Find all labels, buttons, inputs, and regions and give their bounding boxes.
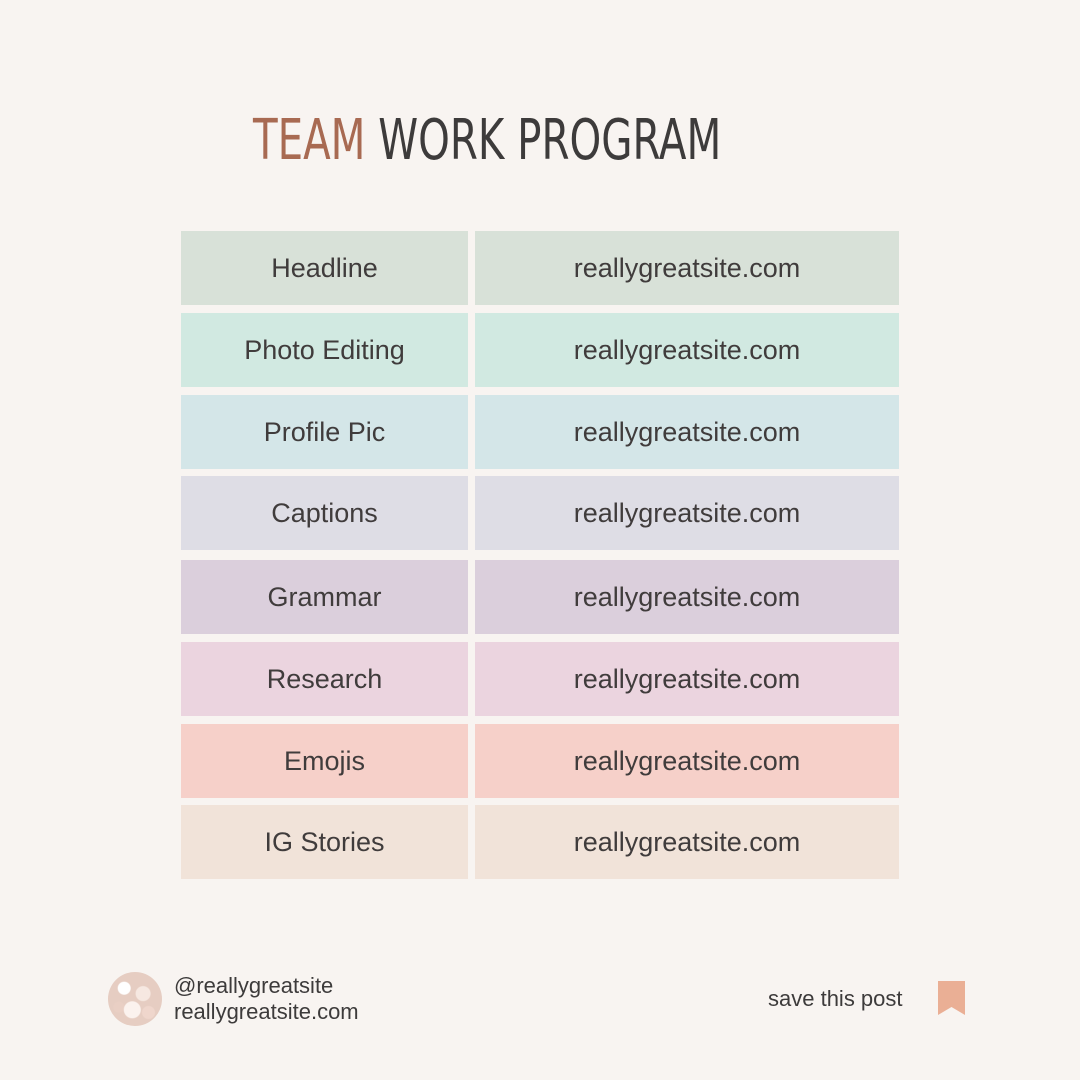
title-accent-word: TEAM (253, 108, 366, 173)
row-link[interactable]: reallygreatsite.com (475, 231, 899, 305)
row-label: Captions (181, 476, 468, 550)
table-row: Headline reallygreatsite.com (181, 231, 899, 305)
row-link[interactable]: reallygreatsite.com (475, 805, 899, 879)
row-link[interactable]: reallygreatsite.com (475, 642, 899, 716)
table-row: Emojis reallygreatsite.com (181, 724, 899, 798)
save-post-label[interactable]: save this post (768, 986, 903, 1012)
row-label: Profile Pic (181, 395, 468, 469)
row-label: Emojis (181, 724, 468, 798)
page-title: TEAM WORK PROGRAM (253, 108, 721, 174)
row-label: Grammar (181, 560, 468, 634)
row-label: Headline (181, 231, 468, 305)
table-row: Profile Pic reallygreatsite.com (181, 395, 899, 469)
social-handle[interactable]: @reallygreatsite (174, 973, 333, 999)
flower-photo-avatar[interactable] (108, 972, 162, 1026)
row-label: Research (181, 642, 468, 716)
row-label: Photo Editing (181, 313, 468, 387)
row-link[interactable]: reallygreatsite.com (475, 476, 899, 550)
table-row: Research reallygreatsite.com (181, 642, 899, 716)
title-rest: WORK PROGRAM (378, 108, 722, 173)
website-link[interactable]: reallygreatsite.com (174, 999, 359, 1025)
row-link[interactable]: reallygreatsite.com (475, 313, 899, 387)
row-link[interactable]: reallygreatsite.com (475, 560, 899, 634)
row-link[interactable]: reallygreatsite.com (475, 395, 899, 469)
table-row: Captions reallygreatsite.com (181, 476, 899, 550)
table-row: IG Stories reallygreatsite.com (181, 805, 899, 879)
table-row: Photo Editing reallygreatsite.com (181, 313, 899, 387)
bookmark-icon[interactable] (938, 981, 965, 1015)
table-row: Grammar reallygreatsite.com (181, 560, 899, 634)
row-label: IG Stories (181, 805, 468, 879)
row-link[interactable]: reallygreatsite.com (475, 724, 899, 798)
